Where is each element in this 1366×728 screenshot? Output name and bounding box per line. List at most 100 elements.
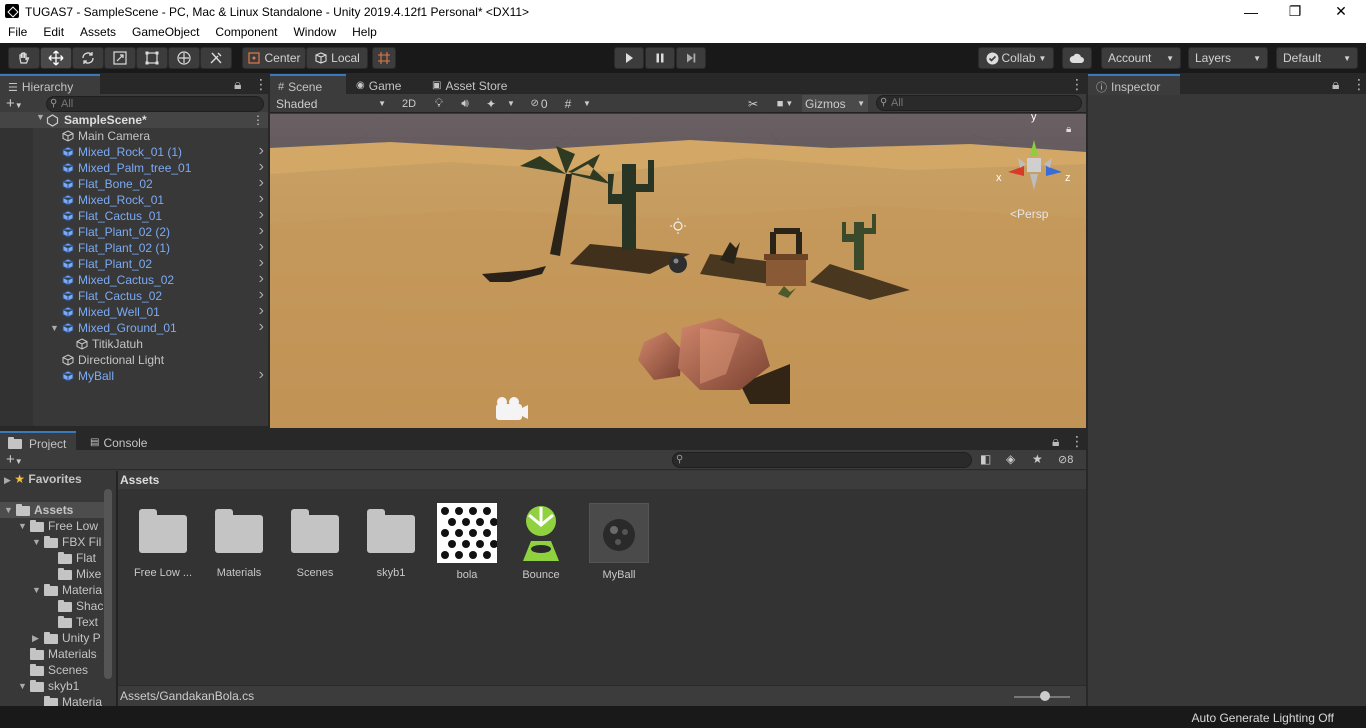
- slider-thumb[interactable]: [1040, 691, 1050, 701]
- chevron-right-icon[interactable]: ›: [259, 159, 264, 175]
- play-button[interactable]: [614, 47, 644, 69]
- effects-dropdown[interactable]: ▼: [504, 95, 518, 112]
- menu-gameobject[interactable]: GameObject: [124, 23, 207, 43]
- fold-expanded-icon[interactable]: ▼: [4, 502, 13, 518]
- folder-tree-item[interactable]: ▼ Free Low: [0, 518, 104, 534]
- lock-icon[interactable]: 🔒︎: [1332, 76, 1339, 93]
- asset-item[interactable]: skyb1: [356, 503, 426, 579]
- search-by-label-icon[interactable]: ◈: [1006, 452, 1015, 466]
- menu-component[interactable]: Component: [207, 23, 285, 43]
- chevron-right-icon[interactable]: ›: [259, 239, 264, 255]
- chevron-right-icon[interactable]: ›: [259, 271, 264, 287]
- kebab-menu-icon[interactable]: ⋮: [1070, 433, 1084, 450]
- toggle-2d-button[interactable]: 2D: [396, 95, 422, 112]
- rect-tool-button[interactable]: [136, 47, 168, 69]
- hierarchy-item[interactable]: Flat_Cactus_02 ›: [0, 287, 268, 304]
- folder-tree-item[interactable]: Scenes: [0, 662, 104, 678]
- favorite-star-icon[interactable]: ★: [1032, 452, 1043, 466]
- hierarchy-item[interactable]: Mixed_Palm_tree_01 ›: [0, 159, 268, 176]
- kebab-menu-icon[interactable]: ⋮: [254, 76, 268, 93]
- menu-help[interactable]: Help: [344, 23, 385, 43]
- chevron-right-icon[interactable]: ›: [259, 303, 264, 319]
- folder-tree-item[interactable]: ▶ Unity P: [0, 630, 104, 646]
- hierarchy-item[interactable]: Mixed_Cactus_02 ›: [0, 271, 268, 288]
- hierarchy-item[interactable]: ▼ Mixed_Ground_01 ›: [0, 319, 268, 336]
- asset-item[interactable]: Free Low ...: [128, 503, 198, 579]
- hierarchy-item[interactable]: Flat_Cactus_01 ›: [0, 207, 268, 224]
- chevron-right-icon[interactable]: ›: [259, 319, 264, 335]
- hierarchy-item[interactable]: Mixed_Rock_01 ›: [0, 191, 268, 208]
- kebab-menu-icon[interactable]: ⋮: [1070, 76, 1084, 93]
- folder-tree-item[interactable]: Flat: [0, 550, 104, 566]
- hand-tool-button[interactable]: [8, 47, 40, 69]
- menu-assets[interactable]: Assets: [72, 23, 124, 43]
- maximize-button[interactable]: ❐: [1272, 0, 1318, 23]
- projection-toggle[interactable]: <Persp: [1010, 207, 1048, 221]
- folder-tree-item[interactable]: Shac: [0, 598, 104, 614]
- create-add-button[interactable]: +▼: [6, 451, 23, 468]
- menu-file[interactable]: File: [0, 23, 35, 43]
- scene-root-row[interactable]: ▼ SampleScene* ⋮: [0, 112, 268, 128]
- chevron-right-icon[interactable]: ›: [259, 175, 264, 191]
- tree-scrollbar[interactable]: [104, 489, 112, 679]
- layout-dropdown[interactable]: Default ▼: [1276, 47, 1358, 69]
- hierarchy-search-input[interactable]: All: [46, 96, 264, 112]
- menu-edit[interactable]: Edit: [35, 23, 72, 43]
- chevron-right-icon[interactable]: ›: [259, 143, 264, 159]
- asset-item[interactable]: MyBall: [584, 503, 654, 581]
- chevron-right-icon[interactable]: ›: [259, 255, 264, 271]
- effects-toggle[interactable]: ✦: [480, 95, 502, 112]
- scale-tool-button[interactable]: [104, 47, 136, 69]
- folder-tree-item[interactable]: ▼ FBX Fil: [0, 534, 104, 550]
- asset-item[interactable]: bola: [432, 503, 502, 581]
- account-dropdown[interactable]: Account ▼: [1101, 47, 1181, 69]
- fold-expanded-icon[interactable]: ▼: [50, 320, 59, 336]
- chevron-right-icon[interactable]: ›: [259, 287, 264, 303]
- audio-toggle[interactable]: 🔊︎: [454, 95, 476, 112]
- hierarchy-item[interactable]: Mixed_Well_01 ›: [0, 303, 268, 320]
- hierarchy-item[interactable]: Flat_Bone_02 ›: [0, 175, 268, 192]
- hidden-objects-toggle[interactable]: ⊘ 0: [524, 95, 554, 112]
- shading-mode-dropdown[interactable]: Shaded ▼: [272, 95, 390, 112]
- folder-tree-item[interactable]: Mixe: [0, 566, 104, 582]
- pause-button[interactable]: [645, 47, 675, 69]
- fold-expanded-icon[interactable]: ▼: [18, 518, 27, 534]
- folder-tree-item[interactable]: Text: [0, 614, 104, 630]
- folder-tree-item[interactable]: ▼ Materia: [0, 582, 104, 598]
- cloud-services-button[interactable]: [1062, 47, 1092, 69]
- collab-dropdown[interactable]: Collab ▼: [978, 47, 1054, 69]
- tab-project[interactable]: Project: [0, 431, 76, 452]
- pivot-center-toggle[interactable]: Center: [242, 47, 306, 69]
- fold-expanded-icon[interactable]: ▼: [32, 582, 41, 598]
- folder-tree-item[interactable]: Materials: [0, 646, 104, 662]
- scene-viewport[interactable]: y x z 🔒︎ <Persp: [270, 114, 1086, 428]
- gizmos-dropdown[interactable]: Gizmos ▼: [802, 95, 868, 112]
- project-search-input[interactable]: [672, 452, 972, 468]
- hierarchy-item[interactable]: Directional Light: [0, 352, 268, 368]
- lock-icon[interactable]: 🔒︎: [234, 76, 241, 93]
- favorites-row[interactable]: ▶ ★ Favorites: [4, 471, 114, 487]
- minimize-button[interactable]: —: [1228, 0, 1274, 23]
- lock-icon[interactable]: 🔒︎: [1052, 433, 1059, 450]
- search-by-type-icon[interactable]: ◧: [980, 452, 991, 466]
- snap-grid-button[interactable]: [372, 47, 396, 69]
- lighting-toggle[interactable]: 💡︎: [428, 95, 450, 112]
- custom-tool-button[interactable]: [200, 47, 232, 69]
- tab-console[interactable]: ▤ Console: [82, 431, 155, 451]
- breadcrumb[interactable]: Assets: [120, 473, 159, 487]
- folder-tree-item[interactable]: ▼ skyb1: [0, 678, 104, 694]
- rotate-tool-button[interactable]: [72, 47, 104, 69]
- fold-expanded-icon[interactable]: ▼: [18, 678, 27, 694]
- camera-settings-dropdown[interactable]: ■ ▼: [770, 95, 800, 112]
- asset-item[interactable]: Materials: [204, 503, 274, 579]
- scene-search-input[interactable]: All: [876, 95, 1082, 111]
- layers-dropdown[interactable]: Layers ▼: [1188, 47, 1268, 69]
- tab-scene[interactable]: # Scene: [270, 74, 346, 95]
- lock-icon[interactable]: 🔒︎: [1066, 124, 1071, 135]
- step-button[interactable]: [676, 47, 706, 69]
- hierarchy-item[interactable]: Main Camera: [0, 128, 268, 144]
- hierarchy-item[interactable]: Flat_Plant_02 ›: [0, 255, 268, 272]
- chevron-right-icon[interactable]: ›: [259, 223, 264, 239]
- create-add-button[interactable]: +▼: [6, 95, 23, 112]
- space-local-toggle[interactable]: Local: [306, 47, 368, 69]
